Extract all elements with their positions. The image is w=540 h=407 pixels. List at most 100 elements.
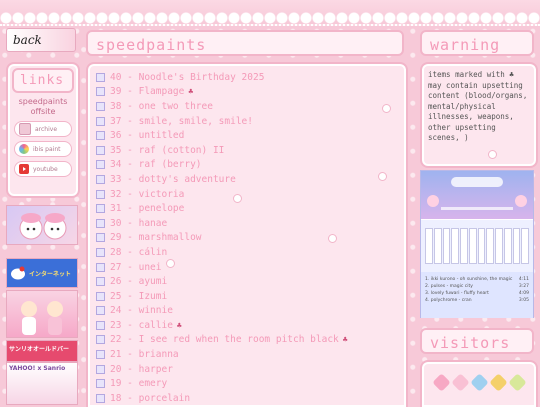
stamp-sanrio-old-bar[interactable]: サンリオオールドバー — [6, 340, 78, 362]
speedpaint-link[interactable]: 19 - emery — [88, 376, 406, 391]
stamp-pink-girls[interactable] — [6, 290, 78, 338]
stamp-label: YAHOO! x Sanrio — [9, 365, 66, 372]
bullet-icon — [96, 291, 105, 301]
speedpaint-link[interactable]: 40 - Noodle's Birthday 2025 — [88, 70, 406, 85]
bullet-icon — [96, 350, 105, 360]
stamp-label: サンリオオールドバー — [9, 346, 70, 353]
speedpaint-link[interactable]: 24 - winnie — [88, 304, 406, 319]
speedpaint-label: 31 - penelope — [110, 203, 185, 215]
track-item[interactable]: 1. ikki kurono - oh sunshine, the magic 4… — [425, 276, 529, 283]
stamp-kitty-internet[interactable]: インターネット — [6, 258, 78, 288]
bullet-icon — [96, 262, 105, 272]
bullet-icon — [96, 189, 105, 199]
speedpaint-link[interactable]: 37 - smile, smile, smile! — [88, 114, 406, 129]
link-label: youtube — [33, 165, 58, 173]
youtube-icon — [19, 164, 29, 174]
speedpaint-label: 36 - untitled — [110, 130, 185, 142]
speedpaint-link[interactable]: 31 - penelope — [88, 201, 406, 216]
bullet-icon — [96, 101, 105, 111]
speedpaint-label: 19 - emery — [110, 378, 168, 390]
speedpaint-link[interactable]: 20 - harper — [88, 362, 406, 377]
bullet-icon — [96, 131, 105, 141]
speedpaint-link[interactable]: 39 - Flampage ♣ — [88, 85, 406, 100]
speedpaint-link[interactable]: 27 - unei — [88, 260, 406, 275]
heart-icon — [469, 373, 489, 392]
speedpaint-link[interactable]: 28 - cálin — [88, 245, 406, 260]
link-archive[interactable]: archive — [14, 121, 72, 137]
speedpaint-link[interactable]: 35 - raf (cotton) II — [88, 143, 406, 158]
decor-dot — [382, 104, 391, 113]
heart-icon — [431, 373, 451, 392]
decor-dot — [378, 172, 387, 181]
warning-panel: items marked with ♣ may contain upsettin… — [420, 62, 538, 168]
archive-icon — [19, 123, 31, 135]
speedpaint-label: 18 - porcelain — [110, 392, 191, 404]
girls-illustration-icon — [21, 301, 63, 335]
bullet-icon — [96, 174, 105, 184]
piano-keys[interactable] — [421, 220, 533, 272]
heart-icon — [488, 373, 508, 392]
back-button[interactable]: back — [6, 28, 76, 52]
warning-icon: ♣ — [342, 335, 348, 345]
bullet-icon — [96, 306, 105, 316]
speedpaint-link[interactable]: 38 - one two three — [88, 99, 406, 114]
links-panel: links speedpaints offsite archive ibis p… — [6, 62, 80, 198]
track-item[interactable]: 2. pulses - magic city 3:27 — [425, 283, 529, 290]
speedpaint-label: 20 - harper — [110, 363, 173, 375]
bullet-icon — [96, 72, 105, 82]
speedpaint-link[interactable]: 32 - victoria — [88, 187, 406, 202]
bullet-icon — [96, 160, 105, 170]
speedpaint-label: 26 - ayumi — [110, 276, 168, 288]
speedpaint-link[interactable]: 29 - marshmallow — [88, 231, 406, 246]
speedpaints-list: 40 - Noodle's Birthday 2025 39 - Flampage… — [86, 62, 408, 407]
speedpaint-label: 34 - raf (berry) — [110, 159, 202, 171]
speedpaint-link[interactable]: 23 - callie ♣ — [88, 318, 406, 333]
bullet-icon — [96, 204, 105, 214]
decor-dot — [328, 234, 337, 243]
speedpaint-label: 37 - smile, smile, smile! — [110, 115, 253, 127]
stamp-yahoo-sanrio[interactable]: YAHOO! x Sanrio — [6, 362, 78, 405]
track-item[interactable]: 4. polychrome - cran 3:05 — [425, 297, 529, 304]
link-label: ibis paint — [33, 145, 61, 153]
speedpaint-link[interactable]: 30 - hanae — [88, 216, 406, 231]
visitors-panel — [420, 360, 538, 407]
link-ibis-paint[interactable]: ibis paint — [14, 141, 72, 157]
bullet-icon — [96, 145, 105, 155]
link-youtube[interactable]: youtube — [14, 161, 72, 177]
hello-kitty-icon — [11, 266, 25, 280]
links-title: links — [12, 68, 74, 93]
speedpaint-link[interactable]: 21 - brianna — [88, 347, 406, 362]
speedpaint-label: 28 - cálin — [110, 246, 168, 258]
visitors-title: visitors — [420, 328, 534, 354]
speedpaint-link[interactable]: 33 - dotty's adventure — [88, 172, 406, 187]
bullet-icon — [96, 233, 105, 243]
bullet-icon — [96, 320, 105, 330]
warning-icon: ♣ — [188, 87, 194, 97]
decor-dot — [488, 150, 497, 159]
speedpaint-link[interactable]: 25 - Izumi — [88, 289, 406, 304]
speedpaint-link[interactable]: 36 - untitled — [88, 128, 406, 143]
speedpaint-link[interactable]: 22 - I see red when the room pitch black… — [88, 333, 406, 348]
track-item[interactable]: 3. lovely fuwari - fluffy heart 4:09 — [425, 290, 529, 297]
heart-icon — [507, 373, 527, 392]
player-screen — [421, 171, 533, 220]
warning-icon: ♣ — [176, 320, 182, 330]
bullet-icon — [96, 247, 105, 257]
speedpaint-label: 21 - brianna — [110, 349, 179, 361]
speedpaint-link[interactable]: 18 - porcelain — [88, 391, 406, 406]
speedpaint-link[interactable]: 26 - ayumi — [88, 274, 406, 289]
speedpaint-label: 33 - dotty's adventure — [110, 173, 236, 185]
decor-dot — [233, 194, 242, 203]
warning-text: items marked with ♣ may contain upsettin… — [428, 70, 528, 142]
stamp-mymelody[interactable] — [6, 205, 78, 245]
bullet-icon — [96, 393, 105, 403]
music-player[interactable]: 1. ikki kurono - oh sunshine, the magic 4… — [420, 170, 534, 318]
warning-title: warning — [420, 30, 534, 56]
speedpaint-label: 29 - marshmallow — [110, 232, 202, 244]
speedpaint-label: 22 - I see red when the room pitch black — [110, 334, 339, 346]
lace-border — [0, 0, 540, 26]
bullet-icon — [96, 364, 105, 374]
track-list: 1. ikki kurono - oh sunshine, the magic 4… — [421, 272, 533, 318]
player-decoration-icon — [427, 177, 527, 210]
speedpaint-link[interactable]: 34 - raf (berry) — [88, 158, 406, 173]
